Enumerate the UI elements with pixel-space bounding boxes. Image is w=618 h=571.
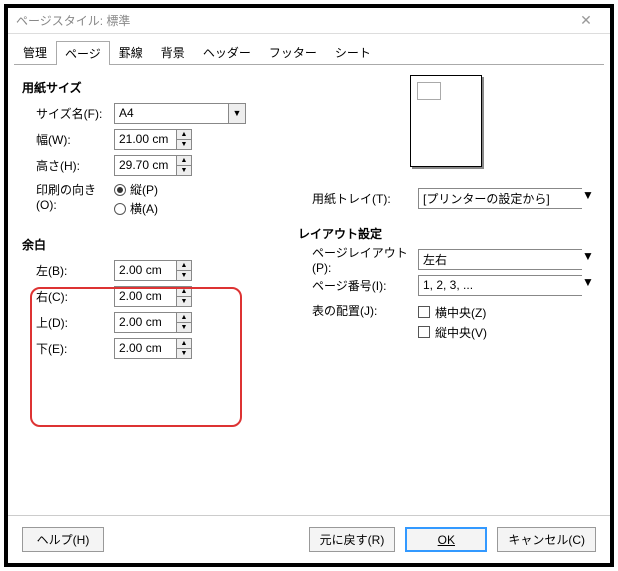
- radio-landscape[interactable]: 横(A): [114, 200, 158, 217]
- tab-manage[interactable]: 管理: [14, 40, 56, 64]
- select-page-layout[interactable]: ▼: [418, 249, 572, 270]
- spinner-width-input[interactable]: [114, 129, 176, 150]
- chevron-down-icon[interactable]: ▼: [582, 249, 594, 270]
- spinner-margin-top-input[interactable]: [114, 312, 176, 333]
- checkbox-horiz-center[interactable]: 横中央(Z): [418, 302, 487, 322]
- spin-down-icon[interactable]: ▼: [176, 139, 192, 150]
- label-margin-top: 上(D):: [22, 314, 114, 331]
- spin-up-icon[interactable]: ▲: [176, 312, 192, 323]
- ok-button[interactable]: OK: [405, 527, 487, 552]
- spinner-margin-bottom-input[interactable]: [114, 338, 176, 359]
- tab-border[interactable]: 罫線: [110, 40, 152, 64]
- spin-up-icon[interactable]: ▲: [176, 338, 192, 349]
- label-table-align: 表の配置(J):: [298, 302, 418, 319]
- spinner-height-input[interactable]: [114, 155, 176, 176]
- spinner-margin-top[interactable]: ▲▼: [114, 312, 192, 333]
- button-bar: ヘルプ(H) 元に戻す(R) OK キャンセル(C): [8, 515, 610, 563]
- spin-up-icon[interactable]: ▲: [176, 129, 192, 140]
- spinner-margin-right-input[interactable]: [114, 286, 176, 307]
- checkbox-vert-center[interactable]: 縦中央(V): [418, 322, 487, 342]
- select-paper-tray[interactable]: ▼: [418, 188, 572, 209]
- spinner-margin-left-input[interactable]: [114, 260, 176, 281]
- label-height: 高さ(H):: [22, 157, 114, 174]
- page-preview: [410, 75, 482, 167]
- label-orientation: 印刷の向き(O):: [22, 181, 114, 212]
- spin-up-icon[interactable]: ▲: [176, 260, 192, 271]
- tab-footer[interactable]: フッター: [260, 40, 326, 64]
- label-margin-left: 左(B):: [22, 262, 114, 279]
- spin-down-icon[interactable]: ▼: [176, 348, 192, 359]
- label-margin-right: 右(C):: [22, 288, 114, 305]
- combo-size-input[interactable]: [114, 103, 228, 124]
- label-margin-bottom: 下(E):: [22, 340, 114, 357]
- select-paper-tray-input[interactable]: [418, 188, 582, 209]
- spinner-margin-right[interactable]: ▲▼: [114, 286, 192, 307]
- spin-up-icon[interactable]: ▲: [176, 286, 192, 297]
- spin-down-icon[interactable]: ▼: [176, 165, 192, 176]
- label-page-number: ページ番号(I):: [298, 277, 418, 294]
- spin-up-icon[interactable]: ▲: [176, 155, 192, 166]
- tab-background[interactable]: 背景: [152, 40, 194, 64]
- titlebar: ページスタイル: 標準 ✕: [8, 8, 610, 34]
- chevron-down-icon[interactable]: ▼: [582, 275, 594, 296]
- chevron-down-icon[interactable]: ▼: [228, 103, 246, 124]
- label-size-name: サイズ名(F):: [22, 105, 114, 122]
- tab-header[interactable]: ヘッダー: [194, 40, 260, 64]
- content-area: 用紙サイズ サイズ名(F): ▼ 幅(W): ▲▼ 高さ(H): ▲▼ 印刷の向…: [8, 65, 610, 535]
- select-page-number[interactable]: ▼: [418, 275, 572, 296]
- tab-sheet[interactable]: シート: [326, 40, 380, 64]
- select-page-number-input[interactable]: [418, 275, 582, 296]
- spin-down-icon[interactable]: ▼: [176, 296, 192, 307]
- reset-button[interactable]: 元に戻す(R): [309, 527, 396, 552]
- spinner-height[interactable]: ▲▼: [114, 155, 192, 176]
- spin-down-icon[interactable]: ▼: [176, 270, 192, 281]
- spin-down-icon[interactable]: ▼: [176, 322, 192, 333]
- help-button[interactable]: ヘルプ(H): [22, 527, 104, 552]
- label-width: 幅(W):: [22, 131, 114, 148]
- label-paper-tray: 用紙トレイ(T):: [298, 190, 418, 207]
- dialog-window: ページスタイル: 標準 ✕ 管理 ページ 罫線 背景 ヘッダー フッター シート…: [4, 4, 614, 567]
- label-page-layout: ページレイアウト(P):: [298, 244, 418, 275]
- select-page-layout-input[interactable]: [418, 249, 582, 270]
- radio-portrait[interactable]: 縦(P): [114, 181, 158, 198]
- dialog-title: ページスタイル: 標準: [16, 12, 570, 29]
- cancel-button[interactable]: キャンセル(C): [497, 527, 596, 552]
- combo-size[interactable]: ▼: [114, 103, 246, 124]
- close-icon[interactable]: ✕: [570, 12, 602, 29]
- tab-page[interactable]: ページ: [56, 41, 110, 65]
- spinner-margin-left[interactable]: ▲▼: [114, 260, 192, 281]
- spinner-margin-bottom[interactable]: ▲▼: [114, 338, 192, 359]
- tab-strip: 管理 ページ 罫線 背景 ヘッダー フッター シート: [8, 34, 610, 64]
- section-layout: レイアウト設定: [298, 225, 588, 242]
- spinner-width[interactable]: ▲▼: [114, 129, 192, 150]
- chevron-down-icon[interactable]: ▼: [582, 188, 594, 209]
- section-paper-size: 用紙サイズ: [22, 79, 596, 96]
